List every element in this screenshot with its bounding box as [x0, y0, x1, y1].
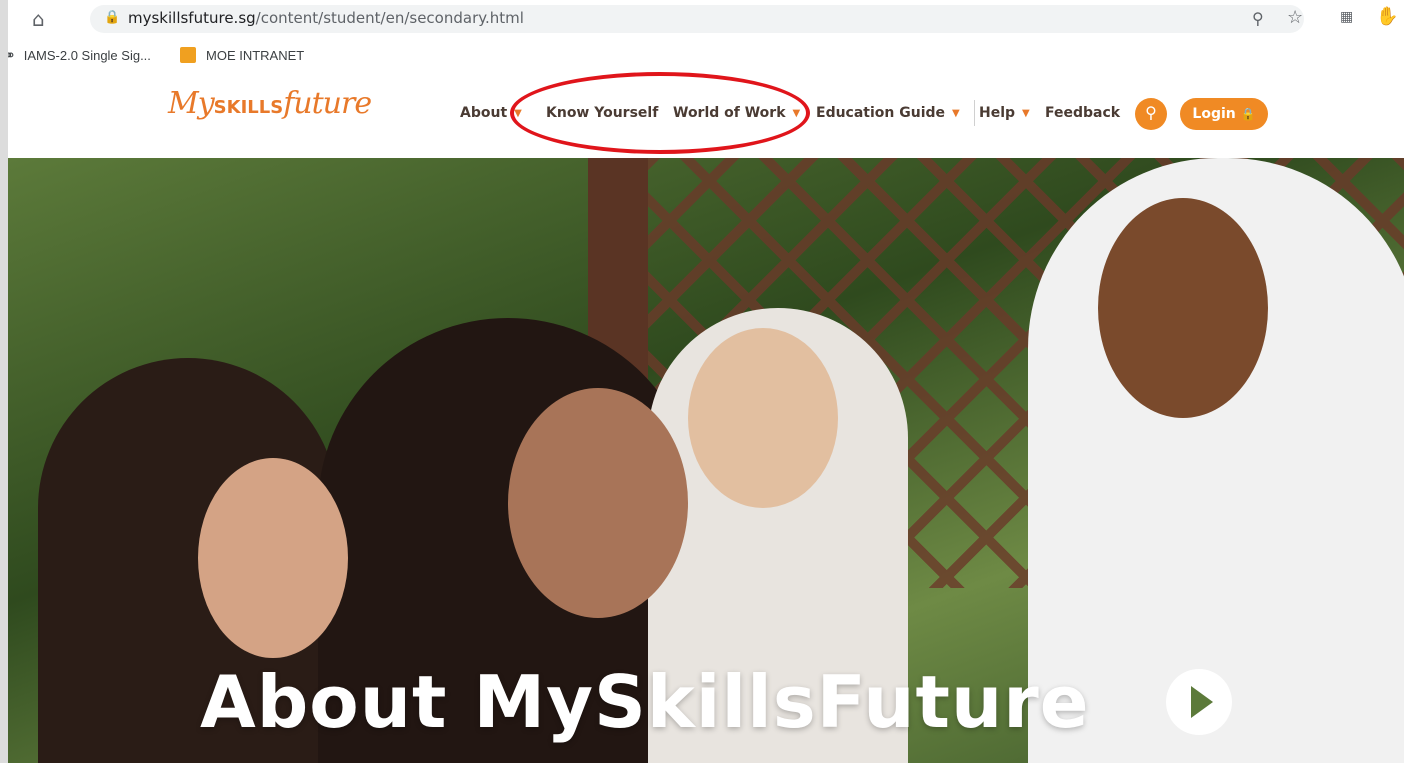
lock-icon: 🔒: [1240, 107, 1256, 121]
bookmark-iams[interactable]: ⚭ IAMS-2.0 Single Sig...: [4, 47, 151, 64]
bookmarks-bar: ⚭ IAMS-2.0 Single Sig... MOE INTRANET: [0, 38, 1404, 73]
hero-photo-face: [508, 388, 688, 618]
bookmark-moe-intranet[interactable]: MOE INTRANET: [180, 47, 304, 63]
nav-divider: [974, 100, 975, 126]
hero-photo-face: [198, 458, 348, 658]
hero-banner: About MySkillsFuture: [8, 158, 1404, 763]
nav-education-guide[interactable]: Education Guide ▼: [816, 105, 960, 121]
chevron-down-icon: ▼: [952, 108, 960, 119]
myskillsfuture-logo[interactable]: MySKILLSfuture: [168, 86, 372, 121]
bookmark-favicon: [180, 47, 196, 63]
red-annotation-ellipse: [510, 72, 810, 154]
hero-photo-face: [688, 328, 838, 508]
lock-icon: 🔒: [104, 10, 121, 25]
url-text[interactable]: myskillsfuture.sg/content/student/en/sec…: [128, 9, 524, 27]
window-edge: [0, 0, 8, 763]
hand-icon[interactable]: ✋: [1376, 6, 1398, 27]
search-button[interactable]: ⚲: [1135, 98, 1167, 130]
hero-title: About MySkillsFuture: [200, 660, 1090, 744]
home-icon[interactable]: ⌂: [32, 7, 45, 31]
extensions-grid-icon[interactable]: ▦: [1340, 9, 1353, 25]
search-icon: ⚲: [1145, 105, 1157, 122]
nav-help[interactable]: Help ▼: [979, 105, 1030, 121]
hero-photo-face: [1098, 198, 1268, 418]
zoom-icon[interactable]: ⚲: [1252, 9, 1264, 28]
play-icon[interactable]: [1166, 669, 1232, 735]
browser-address-bar: › ⌂ 🔒 myskillsfuture.sg/content/student/…: [0, 0, 1404, 38]
login-button[interactable]: Login 🔒: [1180, 98, 1268, 130]
nav-feedback[interactable]: Feedback: [1045, 105, 1120, 121]
chevron-down-icon: ▼: [1022, 108, 1030, 119]
star-icon[interactable]: ☆: [1287, 7, 1303, 28]
